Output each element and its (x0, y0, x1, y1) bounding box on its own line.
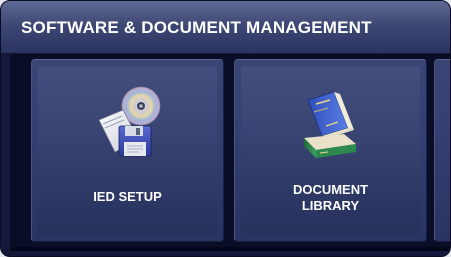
software-document-management-panel: SOFTWARE & DOCUMENT MANAGEMENT IED SETUP… (0, 0, 451, 257)
panel-title: SOFTWARE & DOCUMENT MANAGEMENT (21, 18, 372, 37)
document-books-icon (304, 91, 356, 158)
tray-bottom-edge (10, 247, 450, 251)
ied-setup-button[interactable]: IED SETUP (31, 59, 224, 242)
document-library-label: DOCUMENT LIBRARY (292, 182, 369, 213)
ied-setup-label: IED SETUP (93, 189, 162, 204)
next-tile-partial[interactable] (434, 59, 450, 242)
document-library-button[interactable]: DOCUMENT LIBRARY (234, 59, 427, 242)
panel-header: SOFTWARE & DOCUMENT MANAGEMENT (1, 1, 450, 54)
software-disk-icon (98, 86, 161, 157)
